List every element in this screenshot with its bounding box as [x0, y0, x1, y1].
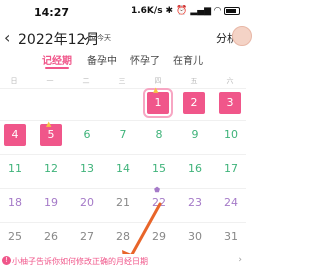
- notice-text: 小柚子告诉你如何修改正确的月经日期: [12, 257, 148, 266]
- annotation-arrow: [122, 202, 162, 268]
- notice-bar[interactable]: ! 小柚子告诉你如何修改正确的月经日期 ›: [0, 254, 246, 268]
- info-icon: !: [2, 256, 11, 265]
- chevron-right-icon: ›: [238, 255, 242, 265]
